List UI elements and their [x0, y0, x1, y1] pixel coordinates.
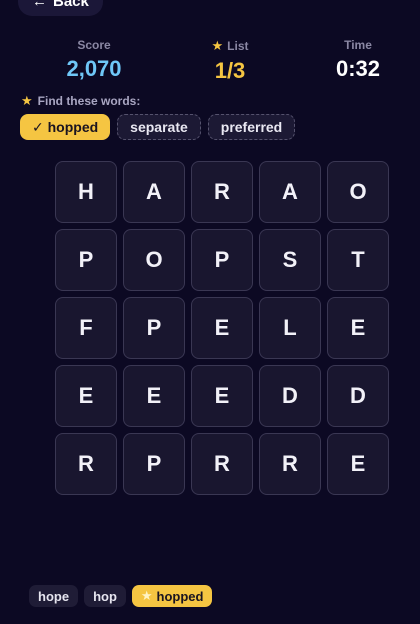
- found-word-2: ★ hopped: [131, 585, 213, 607]
- letter-tile[interactable]: D: [327, 365, 389, 427]
- found-word-label: hopped: [156, 588, 204, 604]
- letter-tile[interactable]: P: [123, 433, 185, 495]
- list-progress-value: 1/3: [214, 58, 246, 83]
- find-words-heading: ★ Find these words:: [21, 93, 140, 109]
- arrow-left-icon: ←: [32, 0, 47, 10]
- found-word-label: hop: [93, 588, 117, 604]
- target-words-list: ✓ hopped separate preferred: [20, 114, 296, 140]
- found-words-list: hope hop ★ hopped: [29, 585, 213, 607]
- letter-tile[interactable]: S: [259, 229, 321, 291]
- letter-tile[interactable]: R: [191, 161, 253, 223]
- letter-tile[interactable]: E: [123, 365, 185, 427]
- letter-tile[interactable]: E: [191, 365, 253, 427]
- letter-tile[interactable]: E: [327, 297, 389, 359]
- letter-tile[interactable]: D: [259, 365, 321, 427]
- score-stat: Score 2,070: [34, 38, 154, 82]
- letter-grid[interactable]: HARAOPOPSTFPELEEEEDDRPRRE: [55, 161, 389, 495]
- letter-tile[interactable]: P: [123, 297, 185, 359]
- target-word-1: separate: [117, 114, 201, 140]
- letter-tile[interactable]: F: [55, 297, 117, 359]
- letter-tile[interactable]: O: [327, 161, 389, 223]
- score-value: 2,070: [66, 56, 122, 81]
- letter-tile[interactable]: O: [123, 229, 185, 291]
- time-stat: Time 0:32: [298, 38, 418, 82]
- score-label: Score: [77, 38, 111, 52]
- target-word-0: ✓ hopped: [20, 114, 111, 140]
- back-label: Back: [53, 0, 89, 10]
- find-words-title: Find these words:: [37, 94, 141, 108]
- letter-tile[interactable]: E: [55, 365, 117, 427]
- list-label: List: [227, 39, 249, 53]
- time-label: Time: [344, 38, 372, 52]
- target-word-label: preferred: [220, 119, 283, 135]
- found-word-label: hope: [38, 588, 70, 604]
- letter-tile[interactable]: A: [259, 161, 321, 223]
- letter-tile[interactable]: A: [123, 161, 185, 223]
- letter-tile[interactable]: L: [259, 297, 321, 359]
- target-word-label: separate: [130, 119, 188, 135]
- letter-tile[interactable]: R: [191, 433, 253, 495]
- back-button[interactable]: ← Back: [18, 0, 103, 16]
- letter-tile[interactable]: E: [327, 433, 389, 495]
- letter-tile[interactable]: P: [191, 229, 253, 291]
- check-icon: ✓: [32, 118, 48, 135]
- target-word-label: hopped: [47, 119, 99, 135]
- stats-bar: Score 2,070 ★ List 1/3 Time 0:32: [0, 38, 420, 88]
- letter-tile[interactable]: E: [191, 297, 253, 359]
- list-stat: ★ List 1/3: [170, 38, 290, 84]
- letter-tile[interactable]: R: [259, 433, 321, 495]
- found-word-0: hope: [29, 585, 79, 607]
- time-value: 0:32: [335, 56, 381, 81]
- letter-tile[interactable]: H: [55, 161, 117, 223]
- target-word-2: preferred: [207, 114, 296, 140]
- found-word-1: hop: [84, 585, 126, 607]
- letter-tile[interactable]: R: [55, 433, 117, 495]
- letter-tile[interactable]: T: [327, 229, 389, 291]
- star-icon: ★: [140, 588, 153, 603]
- letter-tile[interactable]: P: [55, 229, 117, 291]
- star-icon: ★: [211, 38, 224, 53]
- star-icon: ★: [21, 93, 33, 108]
